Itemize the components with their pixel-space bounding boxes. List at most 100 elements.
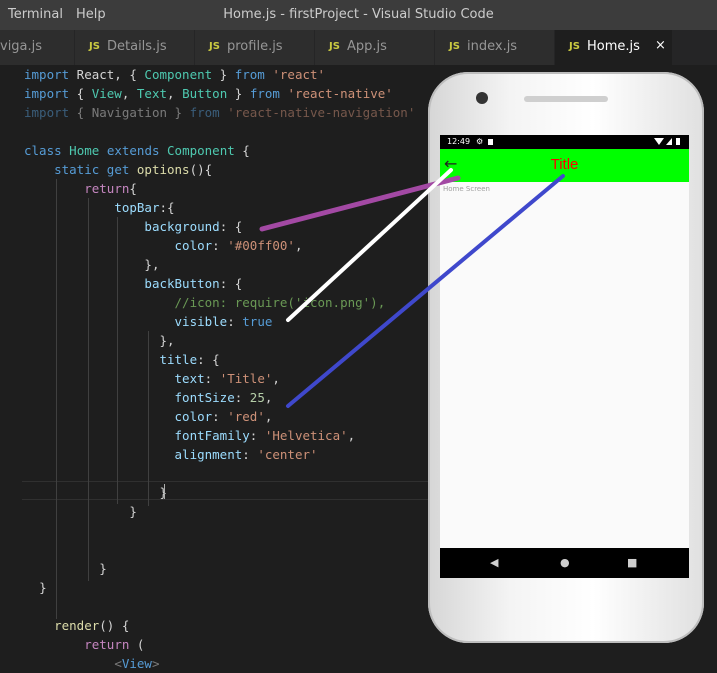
code-line[interactable]: } <box>24 578 47 597</box>
code-line[interactable]: title: { <box>24 350 220 369</box>
code-line[interactable]: } <box>24 483 167 502</box>
code-line[interactable]: render() { <box>24 616 129 635</box>
code-token: 'Title' <box>219 371 273 386</box>
wifi-icon <box>654 138 664 145</box>
code-line[interactable]: import { Navigation } from 'react-native… <box>24 103 415 122</box>
code-line[interactable]: }, <box>24 331 174 350</box>
code-token: Component <box>167 143 235 158</box>
code-line[interactable]: text: 'Title', <box>24 369 280 388</box>
nav-recents-icon[interactable]: ■ <box>627 556 637 569</box>
tab-details-js[interactable]: JS Details.js <box>75 30 195 65</box>
js-file-icon: JS <box>329 41 340 52</box>
code-line[interactable]: } <box>24 559 107 578</box>
code-line[interactable]: return ( <box>24 635 144 654</box>
code-token: : <box>227 314 243 329</box>
code-token: background <box>144 219 220 234</box>
tab-index-js[interactable]: JS index.js <box>435 30 555 65</box>
code-token: { <box>129 181 137 196</box>
code-token: , <box>347 428 356 443</box>
code-token: 'react-native' <box>287 86 393 101</box>
code-line[interactable]: backButton: { <box>24 274 242 293</box>
code-token: from <box>189 105 220 120</box>
code-token: //icon: require('icon.png'), <box>174 295 386 310</box>
code-token: { Navigation } <box>69 105 190 120</box>
code-line[interactable]: color: '#00ff00', <box>24 236 303 255</box>
code-line[interactable]: color: 'red', <box>24 407 273 426</box>
code-line[interactable]: return{ <box>24 179 137 198</box>
code-line[interactable]: visible: true <box>24 312 273 331</box>
tab-label: App.js <box>347 39 387 54</box>
code-token: color <box>174 409 213 424</box>
code-token: : { <box>219 219 243 234</box>
code-line[interactable]: //icon: require('icon.png'), <box>24 293 386 312</box>
code-token: true <box>242 314 273 329</box>
code-token: }, <box>144 257 160 272</box>
home-screen-text: Home Screen <box>443 185 490 193</box>
code-token: 'react-native-navigation' <box>227 105 416 120</box>
code-line[interactable]: }, <box>24 255 159 274</box>
front-camera <box>476 92 488 104</box>
code-token: } <box>227 86 250 101</box>
tab-bar: viga.js JS Details.js JS profile.js JS A… <box>0 30 717 65</box>
code-line[interactable]: } <box>24 502 137 521</box>
tab-home-js[interactable]: JS Home.js × <box>555 30 673 65</box>
code-token: title <box>159 352 198 367</box>
code-line[interactable]: import { View, Text, Button } from 'reac… <box>24 84 393 103</box>
title-bar: Terminal Help Home.js - firstProject - V… <box>0 0 717 30</box>
code-line[interactable]: alignment: 'center' <box>24 445 318 464</box>
code-line[interactable]: class Home extends Component { <box>24 141 250 160</box>
code-token: : <box>204 371 220 386</box>
tab-profile-js[interactable]: JS profile.js <box>195 30 315 65</box>
code-line[interactable]: <View> <box>24 654 159 673</box>
code-line[interactable]: background: { <box>24 217 242 236</box>
tab-label: Home.js <box>587 39 640 54</box>
code-line[interactable]: fontFamily: 'Helvetica', <box>24 426 356 445</box>
topbar-title: Title <box>550 156 579 173</box>
code-token: : { <box>197 352 220 367</box>
nav-home-icon[interactable]: ● <box>560 556 570 569</box>
tab-viga-js[interactable]: viga.js <box>0 30 75 65</box>
android-emulator: 12:49 ⚙ ← Title Home Screen ◀ ● ■ <box>428 72 704 643</box>
code-token: fontFamily <box>174 428 250 443</box>
phone-screen: 12:49 ⚙ ← Title Home Screen ◀ ● ■ <box>440 135 689 578</box>
tab-label: profile.js <box>227 39 283 54</box>
code-token: :{ <box>159 200 175 215</box>
code-token: fontSize <box>174 390 235 405</box>
code-line[interactable]: fontSize: 25, <box>24 388 273 407</box>
code-token: 'react' <box>272 67 326 82</box>
tab-label: Details.js <box>107 39 167 54</box>
code-token: '#00ff00' <box>227 238 295 253</box>
status-bar: 12:49 ⚙ <box>440 135 689 149</box>
code-token: 'red' <box>227 409 265 424</box>
text-cursor <box>164 484 165 499</box>
code-token: { <box>69 86 92 101</box>
code-line[interactable]: static get options(){ <box>24 160 212 179</box>
code-token: backButton <box>144 276 220 291</box>
close-tab-icon[interactable]: × <box>655 38 666 53</box>
code-token: from <box>249 86 280 101</box>
tab-app-js[interactable]: JS App.js <box>315 30 435 65</box>
tab-label: viga.js <box>0 39 43 54</box>
code-token: 'Helvetica' <box>264 428 348 443</box>
code-token: } <box>39 580 47 595</box>
code-line[interactable]: topBar:{ <box>24 198 175 217</box>
js-file-icon: JS <box>569 41 580 52</box>
code-token: import <box>24 105 70 120</box>
nav-back-icon[interactable]: ◀ <box>490 556 498 569</box>
code-line[interactable]: import React, { Component } from 'react' <box>24 65 325 84</box>
code-token: { <box>234 143 250 158</box>
